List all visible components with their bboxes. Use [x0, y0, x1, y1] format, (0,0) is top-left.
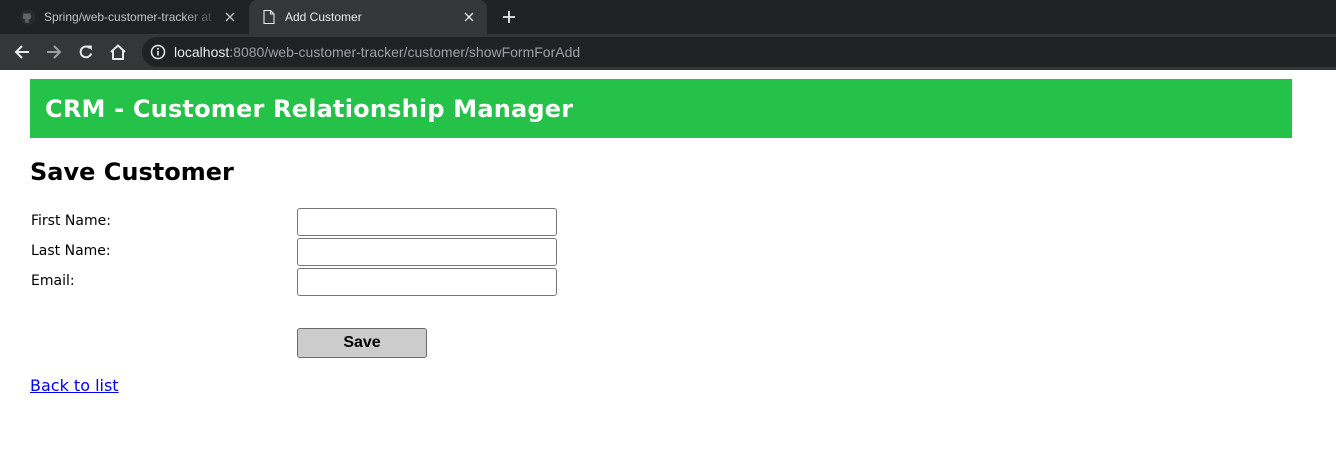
plus-icon[interactable] [498, 7, 520, 27]
address-bar[interactable]: localhost:8080/web-customer-tracker/cust… [142, 37, 1336, 67]
back-to-list-link[interactable]: Back to list [30, 376, 119, 395]
page-content: CRM - Customer Relationship Manager Save… [0, 70, 1336, 462]
header-title: CRM - Customer Relationship Manager [45, 94, 574, 123]
tab-title: Spring/web-customer-tracker at [44, 10, 212, 24]
back-arrow-icon[interactable] [10, 40, 34, 64]
browser-toolbar: localhost:8080/web-customer-tracker/cust… [0, 34, 1336, 70]
header-banner: CRM - Customer Relationship Manager [30, 79, 1292, 138]
url-text: localhost:8080/web-customer-tracker/cust… [174, 44, 580, 60]
page-icon [261, 9, 277, 25]
last-name-label: Last Name: [31, 243, 111, 259]
last-name-row: Last Name: [30, 238, 560, 266]
email-field[interactable] [297, 268, 557, 296]
reload-icon[interactable] [74, 40, 98, 64]
email-label: Email: [31, 273, 75, 289]
forward-arrow-icon[interactable] [42, 40, 66, 64]
close-icon[interactable] [459, 7, 479, 27]
tab-github[interactable]: Spring/web-customer-tracker at [8, 0, 248, 34]
page-title: Save Customer [30, 158, 234, 186]
browser-tabstrip: Spring/web-customer-tracker at Add Custo… [0, 0, 1336, 34]
last-name-field[interactable] [297, 238, 557, 266]
url-host: localhost [174, 44, 230, 60]
url-path: :8080/web-customer-tracker/customer/show… [229, 44, 581, 60]
close-icon[interactable] [220, 7, 240, 27]
home-icon[interactable] [106, 40, 130, 64]
first-name-field[interactable] [297, 208, 557, 236]
info-icon[interactable] [150, 44, 166, 60]
tab-add-customer[interactable]: Add Customer [249, 0, 487, 34]
github-icon [20, 9, 36, 25]
first-name-row: First Name: [30, 208, 560, 236]
save-button[interactable]: Save [297, 328, 427, 358]
first-name-label: First Name: [31, 213, 111, 229]
tab-title: Add Customer [285, 10, 362, 24]
email-row: Email: [30, 268, 560, 296]
